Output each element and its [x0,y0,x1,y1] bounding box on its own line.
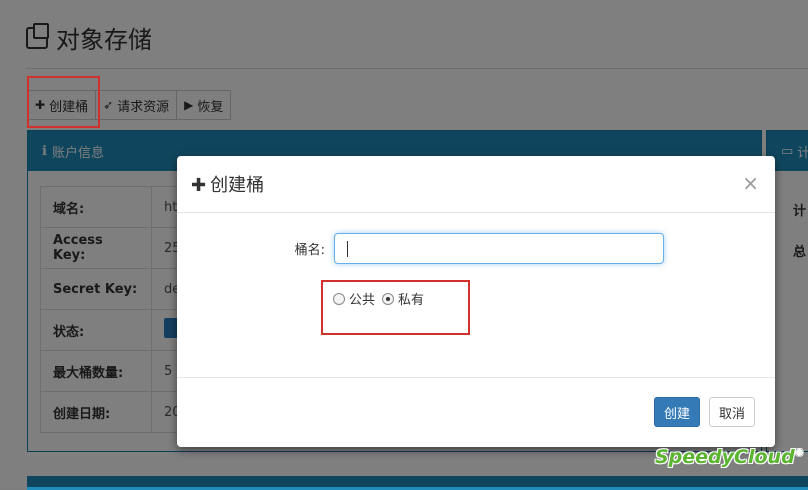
create-bucket-dialog: ✚ 创建桶 × 桶名: 公共 私有 创建 取消 [177,156,775,447]
create-button[interactable]: 创建 [654,397,700,427]
highlight-box [27,76,100,128]
plus-icon: ✚ [191,175,207,196]
close-icon[interactable]: × [742,171,759,195]
registered-mark-icon: ® [794,448,804,459]
brand-logo-text: SpeedyCloud [655,446,795,468]
bucket-name-input[interactable] [334,233,664,264]
bucket-name-row: 桶名: [177,233,664,264]
dialog-footer: 创建 取消 [177,377,775,448]
bucket-name-label: 桶名: [294,243,325,258]
highlight-box [321,280,470,335]
brand-logo: SpeedyCloud® [655,446,804,468]
dialog-title: ✚ 创建桶 [191,171,264,197]
dialog-header: ✚ 创建桶 × [177,156,775,213]
dialog-title-text: 创建桶 [210,175,265,196]
text-caret [347,241,348,257]
cancel-button[interactable]: 取消 [709,397,755,427]
